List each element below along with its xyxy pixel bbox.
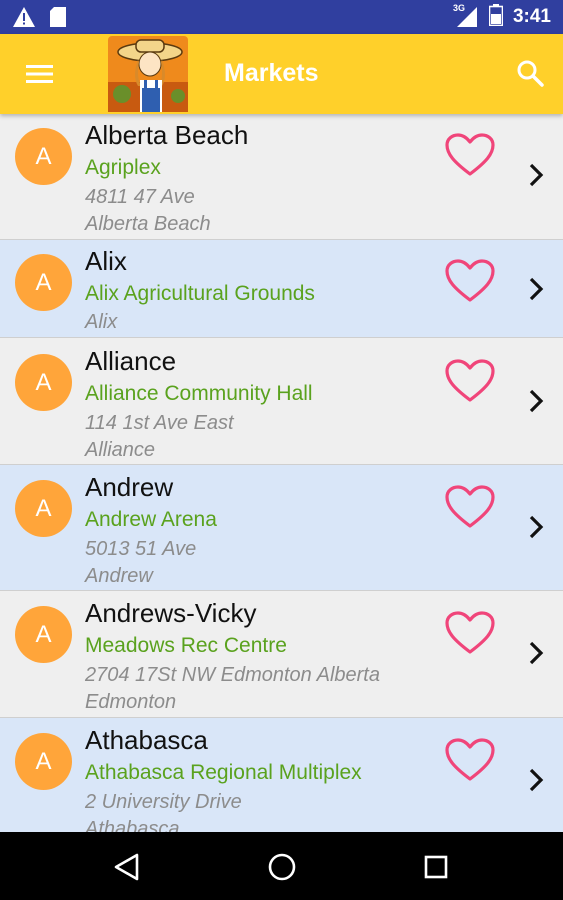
market-initial-avatar: A xyxy=(15,606,72,663)
market-list-item[interactable]: A Alberta Beach Agriplex 4811 47 Ave Alb… xyxy=(0,114,563,240)
favorite-heart-icon[interactable] xyxy=(444,358,496,404)
favorite-heart-icon[interactable] xyxy=(444,258,496,304)
home-icon[interactable] xyxy=(265,850,299,884)
market-city: Alix xyxy=(85,311,118,333)
market-initial-avatar: A xyxy=(15,254,72,311)
chevron-right-icon[interactable] xyxy=(526,274,546,304)
clock: 3:41 xyxy=(512,6,551,27)
signal-icon: 3G xyxy=(452,3,479,29)
market-venue: Alliance Community Hall xyxy=(85,382,313,405)
chevron-right-icon[interactable] xyxy=(526,512,546,542)
market-list-item[interactable]: A Andrew Andrew Arena 5013 51 Ave Andrew xyxy=(0,465,563,591)
market-list-item[interactable]: A Alliance Alliance Community Hall 114 1… xyxy=(0,338,563,465)
market-venue: Alix Agricultural Grounds xyxy=(85,282,315,305)
farmer-girl-logo xyxy=(108,36,188,112)
market-initial-avatar: A xyxy=(15,354,72,411)
app-bar: Markets xyxy=(0,34,563,114)
market-venue: Agriplex xyxy=(85,156,161,179)
market-address: 5013 51 Ave xyxy=(85,538,197,560)
network-type-label: 3G xyxy=(452,3,465,13)
market-venue: Meadows Rec Centre xyxy=(85,634,287,657)
market-initial-avatar: A xyxy=(15,733,72,790)
market-city: Edmonton xyxy=(85,691,177,713)
hamburger-menu-icon[interactable] xyxy=(20,58,60,90)
market-name: Athabasca xyxy=(85,725,208,755)
battery-icon xyxy=(488,3,504,31)
market-venue: Andrew Arena xyxy=(85,508,217,531)
market-name: Andrews-Vicky xyxy=(85,598,257,628)
system-navigation-bar xyxy=(0,832,563,900)
market-list-item[interactable]: A Athabasca Athabasca Regional Multiplex… xyxy=(0,718,563,832)
favorite-heart-icon[interactable] xyxy=(444,484,496,530)
chevron-right-icon[interactable] xyxy=(526,638,546,668)
market-venue: Athabasca Regional Multiplex xyxy=(85,761,362,784)
market-initial-avatar: A xyxy=(15,480,72,537)
chevron-right-icon[interactable] xyxy=(526,765,546,795)
market-address: 2704 17St NW Edmonton Alberta xyxy=(85,664,380,686)
market-city: Andrew xyxy=(85,565,153,587)
sd-card-icon xyxy=(50,7,66,32)
warning-icon xyxy=(12,6,36,33)
favorite-heart-icon[interactable] xyxy=(444,132,496,178)
market-city: Athabasca xyxy=(85,818,180,832)
search-icon[interactable] xyxy=(515,58,545,88)
market-city: Alliance xyxy=(85,439,156,461)
market-name: Alix xyxy=(85,246,127,276)
market-list-item[interactable]: A Andrews-Vicky Meadows Rec Centre 2704 … xyxy=(0,591,563,718)
recents-icon[interactable] xyxy=(419,850,453,884)
market-address: 2 University Drive xyxy=(85,791,242,813)
market-name: Andrew xyxy=(85,472,174,502)
favorite-heart-icon[interactable] xyxy=(444,737,496,783)
market-name: Alberta Beach xyxy=(85,120,249,150)
market-address: 114 1st Ave East xyxy=(85,412,234,434)
chevron-right-icon[interactable] xyxy=(526,386,546,416)
status-bar: 3G 3:41 xyxy=(0,0,563,34)
back-icon[interactable] xyxy=(110,850,144,884)
market-initial-avatar: A xyxy=(15,128,72,185)
page-title: Markets xyxy=(224,59,319,87)
market-list-item[interactable]: A Alix Alix Agricultural Grounds Alix xyxy=(0,240,563,338)
chevron-right-icon[interactable] xyxy=(526,160,546,190)
favorite-heart-icon[interactable] xyxy=(444,610,496,656)
market-list: A Alberta Beach Agriplex 4811 47 Ave Alb… xyxy=(0,114,563,832)
market-city: Alberta Beach xyxy=(85,213,211,235)
market-name: Alliance xyxy=(85,346,177,376)
market-address: 4811 47 Ave xyxy=(85,186,195,208)
